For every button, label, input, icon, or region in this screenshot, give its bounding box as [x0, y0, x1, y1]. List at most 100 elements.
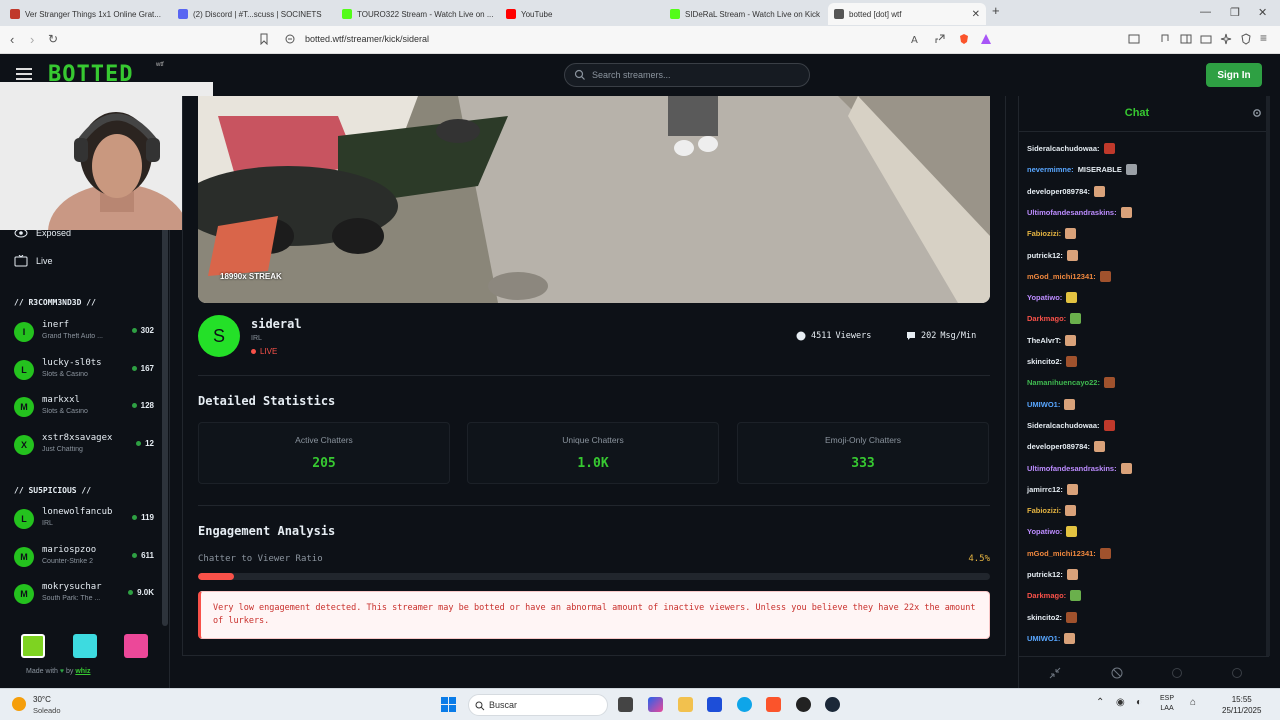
chat-username[interactable]: Ultimofandesandraskins: [1027, 464, 1117, 473]
sidebar-streamer-item[interactable]: Xxstr8xsavagex Just Chatting 12 [14, 431, 154, 461]
forward-icon[interactable]: › [30, 32, 34, 47]
chat-username[interactable]: UMIWO1: [1027, 634, 1060, 643]
url-field[interactable]: botted.wtf/streamer/kick/sideral [305, 34, 429, 44]
refresh-icon[interactable] [1171, 667, 1183, 679]
minimize-icon[interactable]: — [1200, 6, 1211, 18]
site-info-icon[interactable] [284, 33, 296, 45]
browser-tab[interactable]: SIDeRaL Stream - Watch Live on Kick [664, 3, 824, 25]
sidebar-streamer-item[interactable]: Iinerf Grand Theft Auto ... 302 [14, 318, 154, 348]
share-icon[interactable] [934, 33, 946, 45]
chat-username[interactable]: mGod_michi12341: [1027, 549, 1096, 558]
chat-username[interactable]: Sideralcachudowaa: [1027, 144, 1100, 153]
chat-username[interactable]: Fabiozizi: [1027, 506, 1061, 515]
taskbar-search[interactable]: Buscar [468, 694, 608, 716]
new-tab-button[interactable]: + [992, 3, 1000, 18]
close-window-icon[interactable]: ✕ [1258, 6, 1267, 19]
sidebar-item-live[interactable]: Live [14, 255, 53, 267]
file-explorer-icon[interactable] [678, 697, 693, 712]
sidebar-streamer-item[interactable]: Mmariospzoo Counter-Strike 2 611 [14, 543, 154, 573]
theme-swatch-green[interactable] [21, 634, 45, 658]
block-icon[interactable] [1111, 667, 1123, 679]
weather-desc[interactable]: Soleado [33, 706, 61, 715]
chat-username[interactable]: Fabiozizi: [1027, 229, 1061, 238]
collapse-icon[interactable] [1049, 667, 1061, 679]
network-icon[interactable]: ◉ [1116, 697, 1125, 708]
chat-username[interactable]: Darkmago: [1027, 314, 1066, 323]
stream-video-preview[interactable] [198, 96, 990, 303]
browser-tab[interactable]: YouTube [500, 3, 660, 25]
theme-swatch-cyan[interactable] [73, 634, 97, 658]
chat-username[interactable]: developer089784: [1027, 187, 1090, 196]
media-icon[interactable] [1128, 33, 1140, 45]
streamer-avatar[interactable]: S [198, 315, 240, 357]
store-icon[interactable] [707, 697, 722, 712]
chat-scrollbar[interactable] [1266, 96, 1270, 656]
streamer-name[interactable]: sideral [251, 317, 302, 331]
gear-icon[interactable] [1251, 107, 1263, 119]
language-indicator[interactable]: ESP LAA [1160, 694, 1174, 714]
sidebar-streamer-item[interactable]: Llucky-sl0ts Slots & Casino 167 [14, 356, 154, 386]
translate-icon[interactable]: A [910, 33, 922, 45]
browser-tab-active[interactable]: botted [dot] wtf ✕ [828, 3, 986, 25]
browser-tab[interactable]: Ver Stranger Things 1x1 Online Grat... [4, 3, 164, 25]
music-icon[interactable] [1158, 33, 1170, 45]
browser-tab[interactable]: (2) Discord | #T...scuss | SOCINETS [172, 3, 332, 25]
maximize-icon[interactable]: ❐ [1230, 6, 1240, 19]
brave-icon[interactable] [766, 697, 781, 712]
chat-message: Sideralcachudowaa: [1027, 419, 1115, 431]
chat-username[interactable]: Yopatiwo: [1027, 527, 1062, 536]
chat-username[interactable]: putrick12: [1027, 251, 1063, 260]
browser-tab[interactable]: TOURO322 Stream - Watch Live on ... [336, 3, 496, 25]
chat-username[interactable]: jamirrc12: [1027, 485, 1063, 494]
vpn-icon[interactable] [1240, 33, 1252, 45]
sidebar-streamer-item[interactable]: Mmarkxxl Slots & Casino 128 [14, 393, 154, 423]
live-dot-icon [132, 552, 138, 558]
task-view-icon[interactable] [618, 697, 633, 712]
emote-icon [1064, 398, 1076, 410]
chat-username[interactable]: Ultimofandesandraskins: [1027, 208, 1117, 217]
chat-username[interactable]: UMIWO1: [1027, 400, 1060, 409]
windows-start-icon[interactable] [441, 697, 456, 712]
settings-icon[interactable] [1231, 667, 1243, 679]
chat-username[interactable]: mGod_michi12341: [1027, 272, 1096, 281]
brave-shield-icon[interactable] [958, 33, 970, 45]
edge-icon[interactable] [737, 697, 752, 712]
brave-rewards-icon[interactable] [980, 33, 992, 45]
bookmark-icon[interactable] [258, 33, 270, 45]
notifications-icon[interactable]: ⌂ [1190, 697, 1196, 708]
chat-username[interactable]: Darkmago: [1027, 591, 1066, 600]
app-icon[interactable] [796, 697, 811, 712]
theme-swatch-pink[interactable] [124, 634, 148, 658]
chat-username[interactable]: developer089784: [1027, 442, 1090, 451]
menu-icon[interactable]: ≡ [1260, 31, 1267, 45]
copilot-icon[interactable] [648, 697, 663, 712]
chat-username[interactable]: Sideralcachudowaa: [1027, 421, 1100, 430]
sidebar-toggle-icon[interactable] [1180, 33, 1192, 45]
chat-username[interactable]: nevermimne: [1027, 165, 1074, 174]
tray-chevron-icon[interactable]: ⌃ [1096, 697, 1104, 708]
chat-username[interactable]: Yopatiwo: [1027, 293, 1062, 302]
volume-icon[interactable]: ◐ [1136, 697, 1142, 708]
sign-in-button[interactable]: Sign In [1206, 63, 1262, 87]
emote-icon [1099, 547, 1111, 559]
hamburger-menu-icon[interactable] [16, 68, 32, 80]
chat-username[interactable]: Namanihuencayo22: [1027, 378, 1100, 387]
live-dot-icon [131, 328, 137, 333]
reload-icon[interactable]: ↻ [48, 32, 58, 46]
author-link[interactable]: whiz [75, 668, 90, 675]
weather-temp[interactable]: 30°C [33, 695, 51, 704]
sidebar-streamer-item[interactable]: Llonewolfancub IRL 119 [14, 505, 154, 535]
steam-icon[interactable] [825, 697, 840, 712]
clock[interactable]: 15:55 25/11/2025 [1222, 694, 1261, 716]
leo-icon[interactable] [1220, 33, 1232, 45]
chat-username[interactable]: skincito2: [1027, 357, 1062, 366]
weather-sun-icon[interactable] [12, 697, 26, 711]
wallet-icon[interactable] [1200, 33, 1212, 45]
close-tab-icon[interactable]: ✕ [972, 9, 980, 20]
back-icon[interactable]: ‹ [10, 32, 14, 47]
search-input[interactable]: Search streamers... [564, 63, 810, 87]
sidebar-streamer-item[interactable]: Mmokrysuchar South Park: The ... 9.0K [14, 580, 154, 610]
chat-username[interactable]: putrick12: [1027, 570, 1063, 579]
chat-username[interactable]: TheAlvrT: [1027, 336, 1061, 345]
chat-username[interactable]: skincito2: [1027, 613, 1062, 622]
